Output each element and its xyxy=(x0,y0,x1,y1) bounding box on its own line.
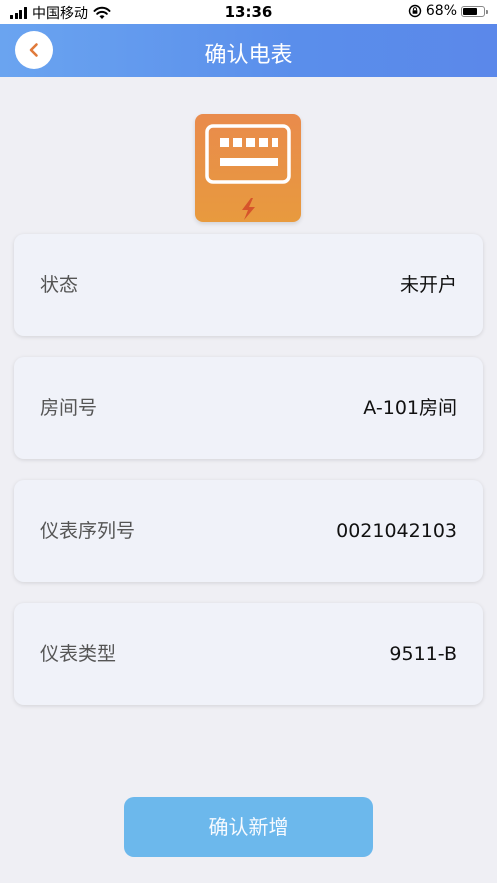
status-bar: 中国移动 13:36 68% xyxy=(0,0,497,24)
meter-type-row: 仪表类型 9511-B xyxy=(14,603,483,705)
page-title: 确认电表 xyxy=(204,43,293,68)
room-number-label: 房间号 xyxy=(40,397,98,419)
status-value: 未开户 xyxy=(399,274,457,296)
status-right: 68% xyxy=(408,3,488,19)
room-number-value: A-101房间 xyxy=(363,397,457,419)
serial-number-value: 0021042103 xyxy=(336,520,457,542)
meter-type-value: 9511-B xyxy=(389,643,457,665)
rotation-lock-icon xyxy=(408,4,422,18)
status-label: 状态 xyxy=(40,274,79,296)
status-row: 状态 未开户 xyxy=(14,234,483,336)
serial-number-row: 仪表序列号 0021042103 xyxy=(14,480,483,582)
nav-bar: 确认电表 xyxy=(0,24,497,77)
battery-icon xyxy=(461,5,488,17)
battery-percent: 68% xyxy=(425,3,457,19)
confirm-add-button[interactable]: 确认新增 xyxy=(124,797,373,857)
serial-number-label: 仪表序列号 xyxy=(40,520,136,542)
battery-fill xyxy=(463,7,477,15)
meter-type-label: 仪表类型 xyxy=(40,643,117,665)
electric-meter-icon xyxy=(195,114,301,222)
room-number-row: 房间号 A-101房间 xyxy=(14,357,483,459)
